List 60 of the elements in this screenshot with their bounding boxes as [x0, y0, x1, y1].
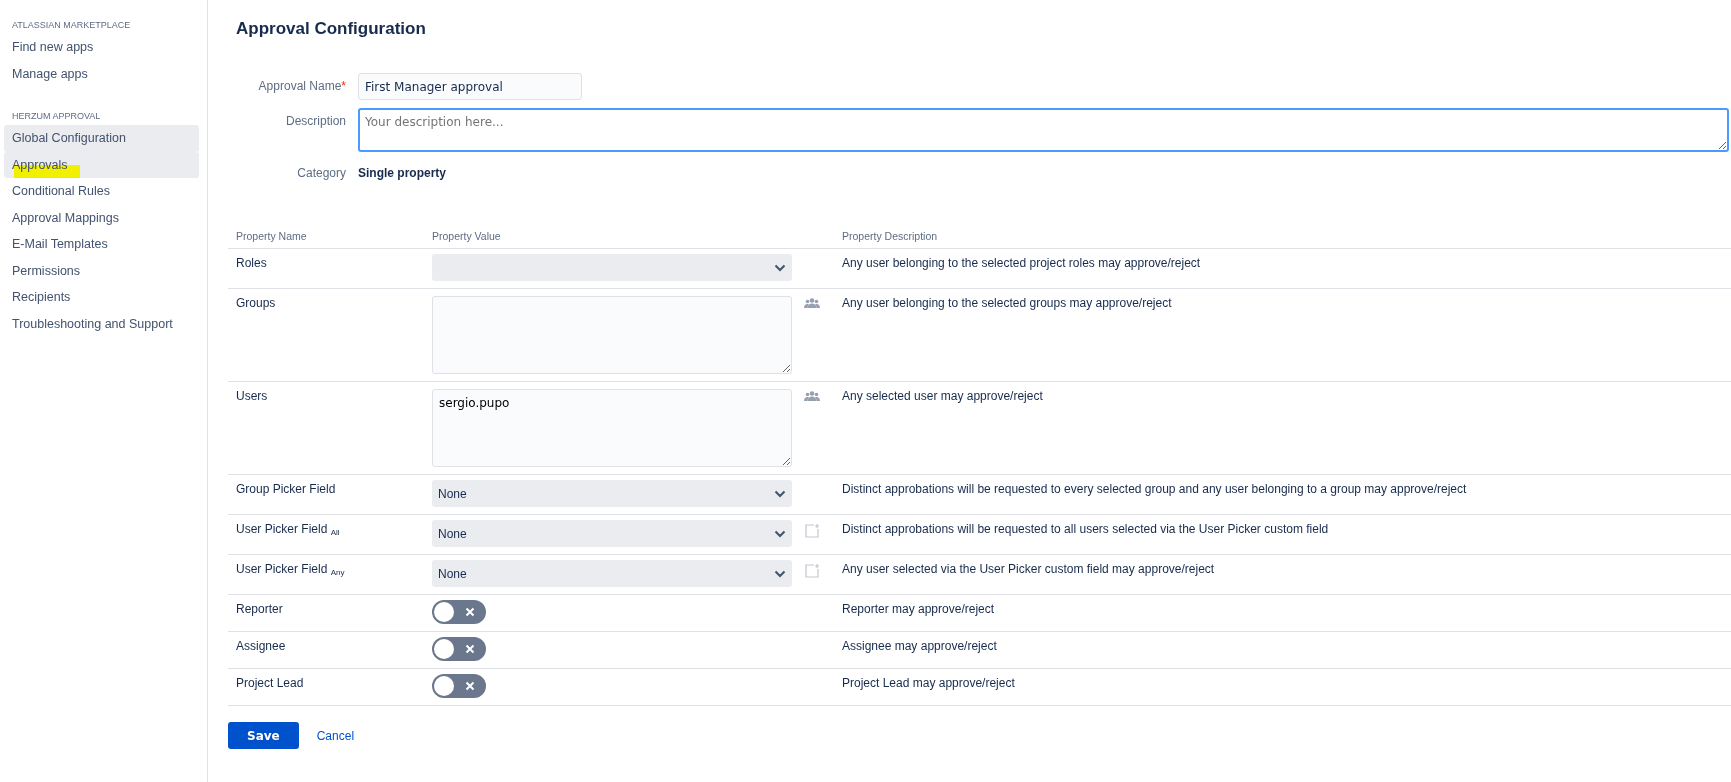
field-label: Approval Name*: [257, 78, 347, 93]
sidebar-item[interactable]: Permissions: [4, 257, 199, 284]
column-header: Property Description: [834, 224, 1731, 249]
sidebar-item[interactable]: Approval Mappings: [4, 204, 199, 231]
property-description: Distinct approbations will be requested to every selected group and any user belonging to a group may approve/reject: [842, 482, 1467, 496]
field-label: Category: [296, 165, 347, 180]
x-icon: [465, 607, 475, 617]
select-field[interactable]: [432, 254, 792, 281]
field-label: Description: [284, 113, 347, 128]
property-description: Any user belonging to the selected groups may approve/reject: [842, 296, 1172, 310]
sidebar-item[interactable]: Manage apps: [4, 60, 199, 87]
property-name: Groups: [236, 296, 276, 310]
column-header: Property Value: [424, 224, 800, 249]
toggle-switch[interactable]: [432, 674, 486, 698]
property-name: User Picker Field $_{All}$: [236, 522, 340, 536]
chevron-down-icon: [774, 529, 786, 538]
property-description: Any user selected via the User Picker custom field may approve/reject: [842, 562, 1215, 576]
sidebar-item[interactable]: Find new apps: [4, 34, 199, 61]
property-description: Distinct approbations will be requested to all users selected via the User Picker custom field: [842, 522, 1329, 536]
sidebar-item[interactable]: Recipients: [4, 284, 199, 311]
x-icon: [465, 644, 475, 654]
category-value: Single property: [358, 165, 446, 180]
select-field[interactable]: None: [432, 520, 792, 547]
toggle-switch[interactable]: [432, 600, 486, 624]
chevron-down-icon: [774, 569, 786, 578]
save-button[interactable]: Save: [228, 722, 299, 749]
sidebar-item[interactable]: Troubleshooting and Support: [4, 310, 199, 337]
property-name: Reporter: [236, 602, 283, 616]
add-field-icon[interactable]: [804, 563, 820, 579]
description-field[interactable]: Your description here...: [358, 108, 1729, 152]
property-description: Project Lead may approve/reject: [842, 676, 1015, 690]
chevron-down-icon: [774, 489, 786, 498]
sidebar-heading: ATLASSIAN MARKETPLACE: [11, 19, 132, 32]
property-name: User Picker Field $_{Any}$: [236, 562, 345, 576]
cancel-link[interactable]: Cancel: [316, 728, 355, 743]
sidebar-item[interactable]: Global Configuration: [4, 125, 199, 152]
people-icon[interactable]: [804, 297, 820, 309]
sidebar-item[interactable]: E-Mail Templates: [4, 231, 199, 258]
select-field[interactable]: None: [432, 480, 792, 507]
property-name: Project Lead: [236, 676, 304, 690]
property-description: Assignee may approve/reject: [842, 639, 997, 653]
select-field[interactable]: None: [432, 560, 792, 587]
property-description: Any selected user may approve/reject: [842, 389, 1043, 403]
property-name: Users: [236, 389, 268, 403]
property-name: Group Picker Field: [236, 482, 336, 496]
chevron-down-icon: [774, 263, 786, 272]
property-name: Assignee: [236, 639, 286, 653]
property-name: Roles: [236, 256, 267, 270]
sidebar-heading: HERZUM APPROVAL: [11, 110, 102, 123]
property-description: Any user belonging to the selected project roles may approve/reject: [842, 256, 1201, 270]
text-area[interactable]: sergio.pupo: [432, 389, 792, 467]
x-icon: [465, 681, 475, 691]
people-icon[interactable]: [804, 390, 820, 402]
property-description: Reporter may approve/reject: [842, 602, 995, 616]
page-title: Approval Configuration: [236, 19, 427, 39]
column-header: Property Name: [228, 224, 424, 249]
add-field-icon[interactable]: [804, 523, 820, 539]
input-field[interactable]: First Manager approval: [358, 73, 582, 100]
toggle-switch[interactable]: [432, 637, 486, 661]
sidebar-item[interactable]: Conditional Rules: [4, 178, 199, 205]
